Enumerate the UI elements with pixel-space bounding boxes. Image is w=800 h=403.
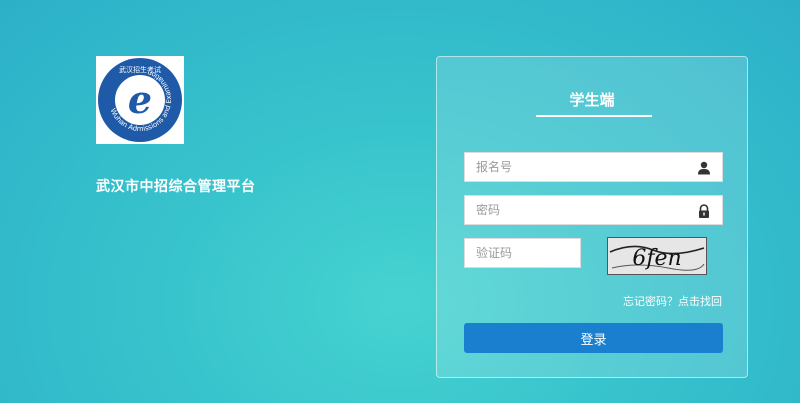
user-icon: [697, 160, 711, 175]
captcha-field: [464, 238, 581, 268]
logo-top-text: 武汉招生考试: [119, 65, 161, 74]
username-input[interactable]: [465, 153, 686, 181]
login-button[interactable]: 登录: [464, 323, 723, 353]
site-logo: Wuhan Admissions and Examination 武汉招生考试 …: [96, 56, 184, 144]
username-field: [464, 152, 723, 182]
forgot-password-link[interactable]: 忘记密码？点击找回: [623, 293, 722, 309]
logo-letter: e: [128, 77, 152, 122]
captcha-image[interactable]: 6fen: [607, 237, 707, 275]
lock-icon: [697, 203, 711, 218]
captcha-input[interactable]: [465, 239, 576, 267]
login-panel: 学生端 6fen 忘记密码？点击找回: [436, 56, 748, 378]
title-underline: [536, 115, 652, 117]
login-panel-title: 学生端: [569, 91, 615, 109]
captcha-text: 6fen: [632, 246, 681, 271]
password-field: [464, 195, 723, 225]
logo-emblem: Wuhan Admissions and Examination 武汉招生考试 …: [98, 58, 182, 142]
password-input[interactable]: [465, 196, 686, 224]
platform-title: 武汉市中招综合管理平台: [96, 179, 256, 195]
